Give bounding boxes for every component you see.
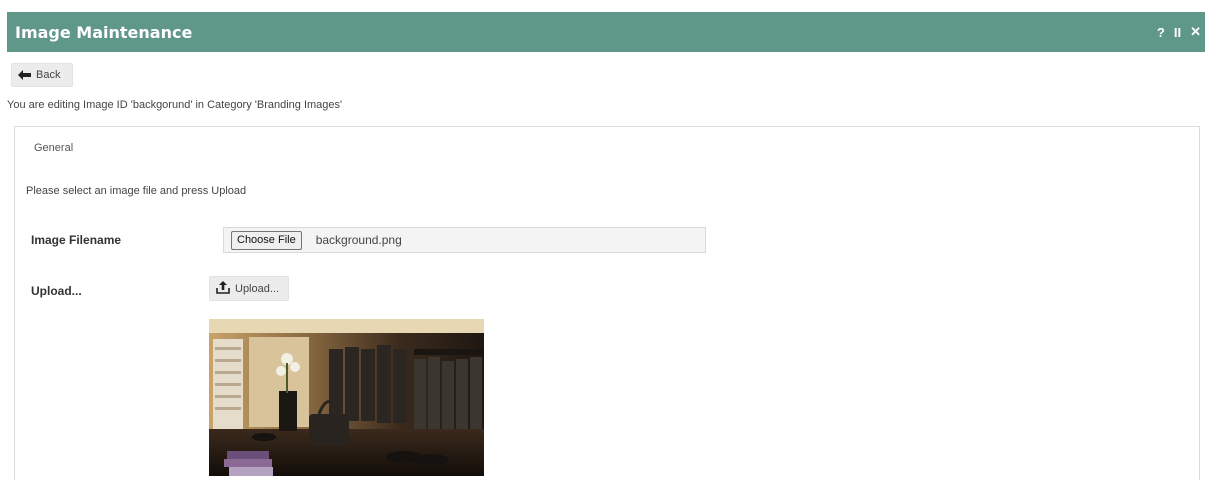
general-panel: General Please select an image file and … — [14, 126, 1200, 480]
window-title: Image Maintenance — [15, 22, 193, 42]
file-input[interactable]: Choose File background.png — [223, 227, 706, 253]
image-filename-label: Image Filename — [31, 233, 122, 247]
image-preview — [209, 319, 484, 476]
window-titlebar: Image Maintenance ? II ✕ — [7, 12, 1205, 52]
upload-icon — [216, 280, 230, 297]
arrow-left-icon — [18, 70, 31, 80]
tab-general[interactable]: General — [34, 142, 73, 154]
window-actions: ? II ✕ — [1157, 12, 1201, 52]
choose-file-button[interactable]: Choose File — [231, 230, 302, 250]
back-button[interactable]: Back — [11, 63, 73, 87]
selected-filename: background.png — [315, 233, 402, 247]
close-icon[interactable]: ✕ — [1190, 24, 1201, 40]
upload-button[interactable]: Upload... — [209, 276, 289, 301]
instruction-text: Please select an image file and press Up… — [26, 185, 247, 197]
help-icon[interactable]: ? — [1157, 25, 1165, 40]
back-label: Back — [36, 69, 61, 81]
upload-label: Upload... — [31, 284, 82, 298]
edit-info-text: You are editing Image ID 'backgorund' in… — [7, 99, 343, 111]
upload-button-label: Upload... — [235, 282, 280, 295]
pause-icon[interactable]: II — [1174, 25, 1181, 40]
